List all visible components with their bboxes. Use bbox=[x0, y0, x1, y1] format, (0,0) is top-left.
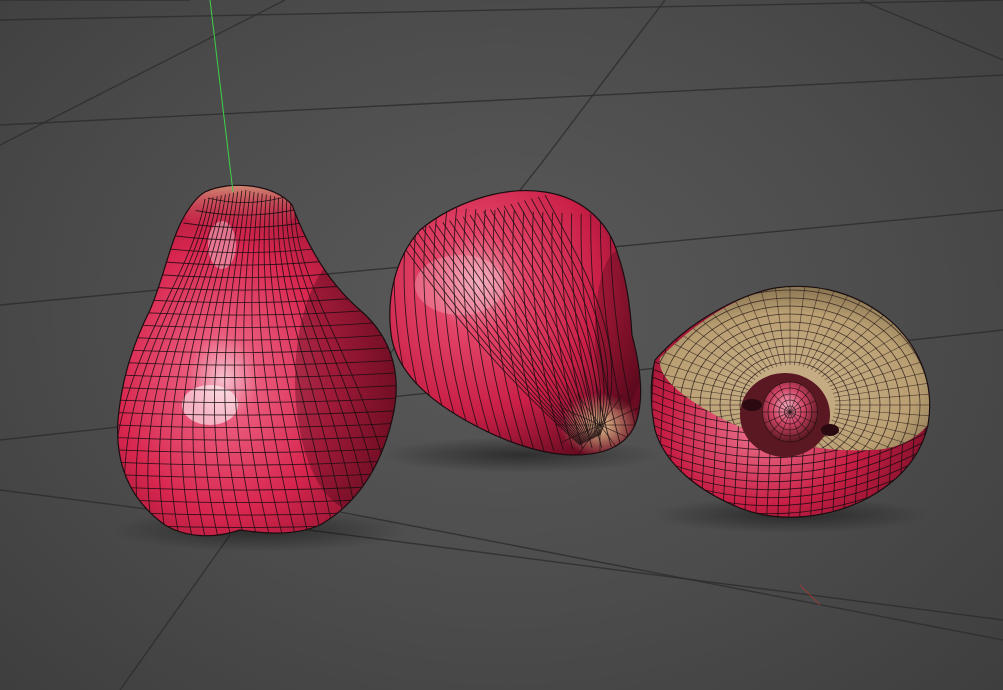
rose-apple-lying[interactable] bbox=[374, 189, 645, 460]
viewport-canvas[interactable] bbox=[0, 0, 1003, 690]
rose-apple-upright[interactable] bbox=[74, 175, 434, 553]
3d-viewport[interactable] bbox=[0, 0, 1003, 690]
